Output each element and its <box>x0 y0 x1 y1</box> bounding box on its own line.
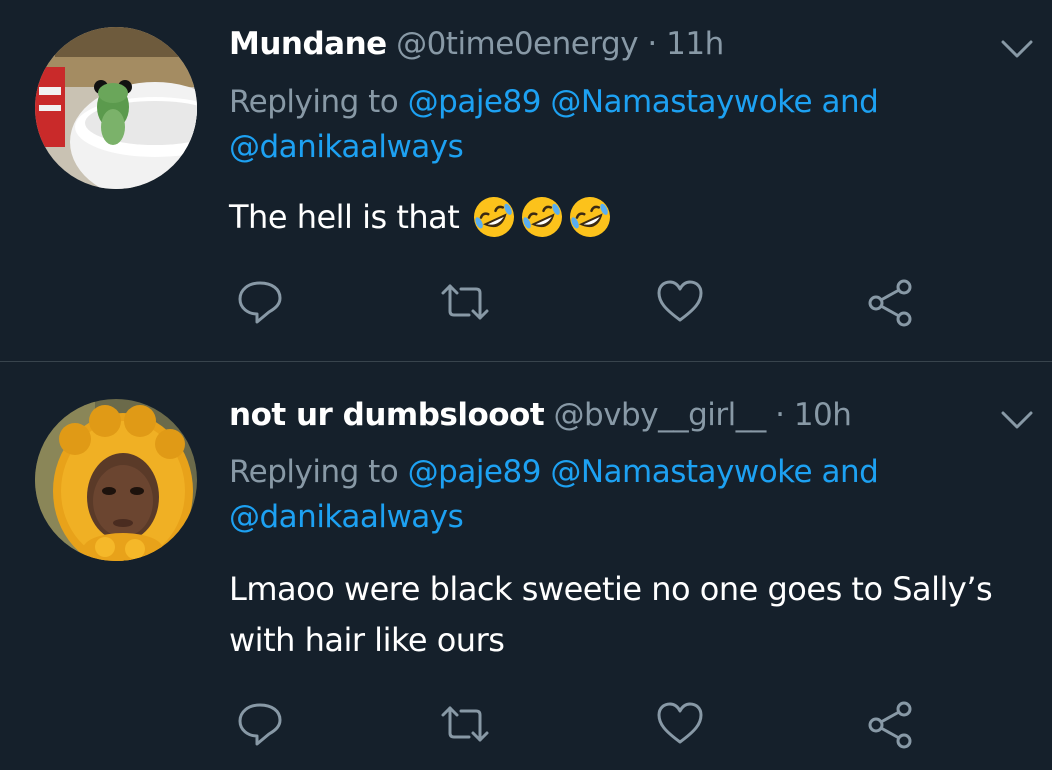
retweet-button[interactable] <box>440 699 490 749</box>
rolling-on-floor-laughing-icon <box>471 194 517 240</box>
tweet-text: Lmaoo were black sweetie no one goes to … <box>229 564 1029 666</box>
separator-dot: · <box>647 26 657 62</box>
tweet[interactable]: not ur dumbslooot @bvby__girl__ · 10h Re… <box>0 362 1052 770</box>
display-name[interactable]: Mundane <box>229 26 387 62</box>
separator-dot: · <box>775 397 785 433</box>
replying-prefix: Replying to <box>229 84 399 120</box>
like-icon <box>657 702 703 744</box>
share-icon <box>868 279 912 327</box>
share-button[interactable] <box>866 699 916 749</box>
retweet-icon <box>441 706 489 742</box>
timestamp[interactable]: 10h <box>794 397 852 433</box>
tweet-text-content: The hell is that <box>229 198 460 236</box>
reply-button[interactable] <box>235 699 285 749</box>
mention-link[interactable]: @danikaalways <box>229 499 464 535</box>
mention-and[interactable]: and <box>821 454 878 490</box>
timestamp[interactable]: 11h <box>666 26 724 62</box>
replying-prefix: Replying to <box>229 454 399 490</box>
chevron-down-icon[interactable] <box>1000 38 1034 60</box>
share-button[interactable] <box>866 277 916 327</box>
retweet-button[interactable] <box>440 277 490 327</box>
display-name[interactable]: not ur dumbslooot <box>229 397 545 433</box>
mention-link[interactable]: @paje89 <box>408 454 542 490</box>
mention-link[interactable]: @Namastaywoke <box>550 454 812 490</box>
retweet-icon <box>441 284 489 320</box>
tweet-actions <box>0 699 1052 749</box>
tweet-text: The hell is that <box>229 192 1029 243</box>
tweet-text-line: with hair like ours <box>229 621 505 659</box>
replying-to: Replying to @paje89 @Namastaywoke and @d… <box>229 450 1009 540</box>
avatar[interactable] <box>35 399 197 561</box>
like-button[interactable] <box>655 277 705 327</box>
mention-and[interactable]: and <box>821 84 878 120</box>
reply-icon <box>238 281 282 324</box>
user-handle[interactable]: @bvby__girl__ <box>554 397 767 433</box>
tweet-text-line: Lmaoo were black sweetie no one goes to … <box>229 570 993 608</box>
share-icon <box>868 701 912 749</box>
like-button[interactable] <box>655 699 705 749</box>
mention-link[interactable]: @Namastaywoke <box>550 84 812 120</box>
rolling-on-floor-laughing-icon <box>519 194 565 240</box>
reply-button[interactable] <box>235 277 285 327</box>
replying-to: Replying to @paje89 @Namastaywoke and @d… <box>229 80 1009 170</box>
mention-link[interactable]: @danikaalways <box>229 129 464 165</box>
rolling-on-floor-laughing-icon <box>567 194 613 240</box>
tweet-header: not ur dumbslooot @bvby__girl__ · 10h <box>229 395 852 435</box>
like-icon <box>657 280 703 322</box>
tweet[interactable]: Mundane @0time0energy · 11h Replying to … <box>0 0 1052 361</box>
avatar[interactable] <box>35 27 197 189</box>
reply-icon <box>238 703 282 746</box>
chevron-down-icon[interactable] <box>1000 409 1034 431</box>
user-handle[interactable]: @0time0energy <box>396 26 639 62</box>
tweet-actions <box>0 277 1052 327</box>
mention-link[interactable]: @paje89 <box>408 84 542 120</box>
tweet-header: Mundane @0time0energy · 11h <box>229 24 724 64</box>
